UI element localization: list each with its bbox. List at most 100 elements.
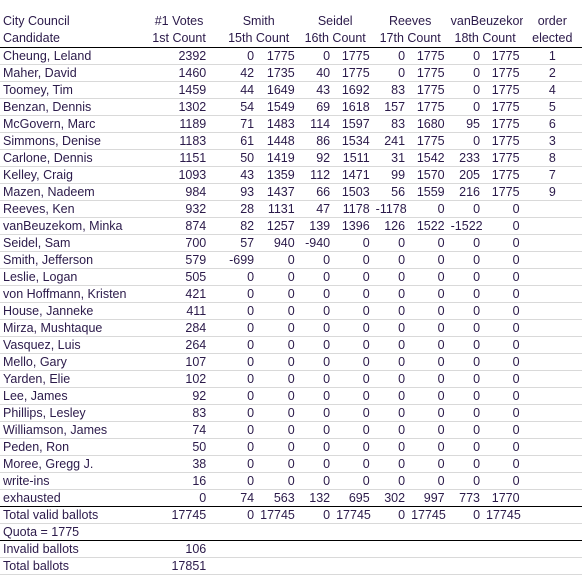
transfer-cell-c16: 47 (297, 200, 334, 218)
transfer-cell-c15: 50 (219, 149, 258, 167)
spacer-cell (209, 353, 220, 371)
order-elected-cell: 6 (522, 115, 582, 133)
order-elected-cell (522, 336, 582, 354)
table-row: Toomey, Tim 1459 44 1649 43 1692 83 1775 0 1775 4 (0, 81, 582, 99)
transfer-cell-c15: 0 (219, 472, 258, 490)
spacer-cell (209, 115, 220, 133)
total-cell-c17: 1775 (408, 47, 448, 65)
column-header-count-1: 15th Count (219, 30, 298, 48)
transfer-cell-c17: 0 (372, 319, 409, 337)
candidate-name-cell: Smith, Jefferson (0, 251, 149, 269)
table-row: vanBeuzekom, Minka 874 82 1257 139 1396 126 152… (0, 217, 582, 235)
first-count-cell: 1093 (148, 166, 210, 184)
transfer-cell-c17: 0 (372, 285, 409, 303)
transfer-cell-c17: -1178 (372, 200, 409, 218)
table-row: Peden, Ron 50 0 0 0 0 0 0 0 0 (0, 438, 582, 456)
transfer-cell-c15: 0 (219, 370, 258, 388)
spacer-cell (209, 387, 220, 405)
total-cell-c18: 1775 (483, 98, 523, 116)
quota-total-c18 (483, 523, 523, 541)
table-row: Smith, Jefferson 579 -699 0 0 0 0 0 0 0 (0, 251, 582, 269)
transfer-cell-c15: 0 (219, 455, 258, 473)
total-valid-ballots-row: Total valid ballots 17745 0 17745 0 17745 0 177… (0, 506, 582, 524)
total-cell-c15: 1437 (257, 183, 298, 201)
total-cell-c16: 0 (333, 370, 373, 388)
transfer-cell-c16: 92 (297, 149, 334, 167)
transfer-cell-c15: 0 (219, 353, 258, 371)
table-row: Kelley, Craig 1093 43 1359 112 1471 99 1570 205 1… (0, 166, 582, 184)
first-count-cell: 421 (148, 285, 210, 303)
transfer-cell-c17: 99 (372, 166, 409, 184)
column-header-1st-count: 1st Count (148, 30, 210, 48)
spacer-cell (297, 557, 373, 575)
table-row: Moree, Gregg J. 38 0 0 0 0 0 0 0 0 (0, 455, 582, 473)
spacer-cell (209, 268, 220, 286)
total-valid-ballots-first: 17745 (148, 506, 210, 524)
spacer-cell (209, 30, 220, 48)
total-cell-c17: 0 (408, 370, 448, 388)
total-cell-c15: 1419 (257, 149, 298, 167)
transfer-cell-c16: 0 (297, 455, 334, 473)
table-row: Benzan, Dennis 1302 54 1549 69 1618 157 1775 0 17… (0, 98, 582, 116)
transfer-cell-c18: 0 (447, 387, 484, 405)
total-cell-c18: 1770 (483, 489, 523, 507)
transfer-cell-c18: 0 (447, 234, 484, 252)
first-count-cell: 1459 (148, 81, 210, 99)
spacer-cell (209, 98, 220, 116)
transfer-cell-c17: 0 (372, 438, 409, 456)
total-cell-c17: 0 (408, 200, 448, 218)
first-count-cell: 2392 (148, 47, 210, 65)
transfer-cell-c17: 0 (372, 404, 409, 422)
spacer-cell (523, 0, 582, 13)
transfer-cell-c18: 0 (447, 81, 484, 99)
quota-row: Quota = 1775 (0, 523, 582, 541)
total-cell-c16: 1511 (333, 149, 373, 167)
quota-transfer-c16 (297, 523, 334, 541)
total-cell-c18: 0 (483, 234, 523, 252)
total-valid-ballots-total-c17: 17745 (408, 506, 448, 524)
first-count-cell: 92 (148, 387, 210, 405)
transfer-cell-c15: 0 (219, 387, 258, 405)
transfer-cell-c17: 56 (372, 183, 409, 201)
total-cell-c18: 1775 (483, 166, 523, 184)
first-count-cell: 505 (148, 268, 210, 286)
spacer-cell (209, 319, 220, 337)
transfer-cell-c17: 0 (372, 472, 409, 490)
total-cell-c18: 0 (483, 302, 523, 320)
candidate-name-cell: Benzan, Dennis (0, 98, 149, 116)
transfer-cell-c16: 66 (297, 183, 334, 201)
first-count-cell: 579 (148, 251, 210, 269)
first-count-cell: 264 (148, 336, 210, 354)
total-cell-c16: 0 (333, 404, 373, 422)
total-cell-c18: 1775 (483, 149, 523, 167)
total-cell-c18: 0 (483, 353, 523, 371)
transfer-cell-c15: 71 (219, 115, 258, 133)
spacer-cell (209, 506, 220, 524)
total-cell-c16: 1471 (333, 166, 373, 184)
invalid-ballots-label: Invalid ballots (0, 540, 149, 558)
transfer-cell-c15: 57 (219, 234, 258, 252)
column-header-round-owner-1: Smith (242, 14, 275, 28)
total-cell-c15: 1257 (257, 217, 298, 235)
transfer-cell-c17: 126 (372, 217, 409, 235)
spacer-cell (522, 557, 582, 575)
total-valid-ballots-total-c15: 17745 (257, 506, 298, 524)
candidate-name-cell: Carlone, Dennis (0, 149, 149, 167)
transfer-cell-c18: 233 (447, 149, 484, 167)
candidate-name-cell: Phillips, Lesley (0, 404, 149, 422)
total-cell-c15: 0 (257, 302, 298, 320)
total-cell-c18: 0 (483, 370, 523, 388)
transfer-cell-c15: 82 (219, 217, 258, 235)
transfer-cell-c15: 28 (219, 200, 258, 218)
transfer-cell-c16: 86 (297, 132, 334, 150)
transfer-cell-c17: 0 (372, 47, 409, 65)
election-results-table: City Council #1 Votes Smith Seidel Reeves van… (0, 0, 582, 575)
total-cell-c15: 0 (257, 370, 298, 388)
candidate-name-cell: Cheung, Leland (0, 47, 149, 65)
transfer-cell-c15: 74 (219, 489, 258, 507)
spacer-cell (209, 557, 220, 575)
transfer-cell-c16: 114 (297, 115, 334, 133)
total-cell-c15: 0 (257, 438, 298, 456)
transfer-cell-c15: 43 (219, 166, 258, 184)
order-elected-cell (522, 234, 582, 252)
